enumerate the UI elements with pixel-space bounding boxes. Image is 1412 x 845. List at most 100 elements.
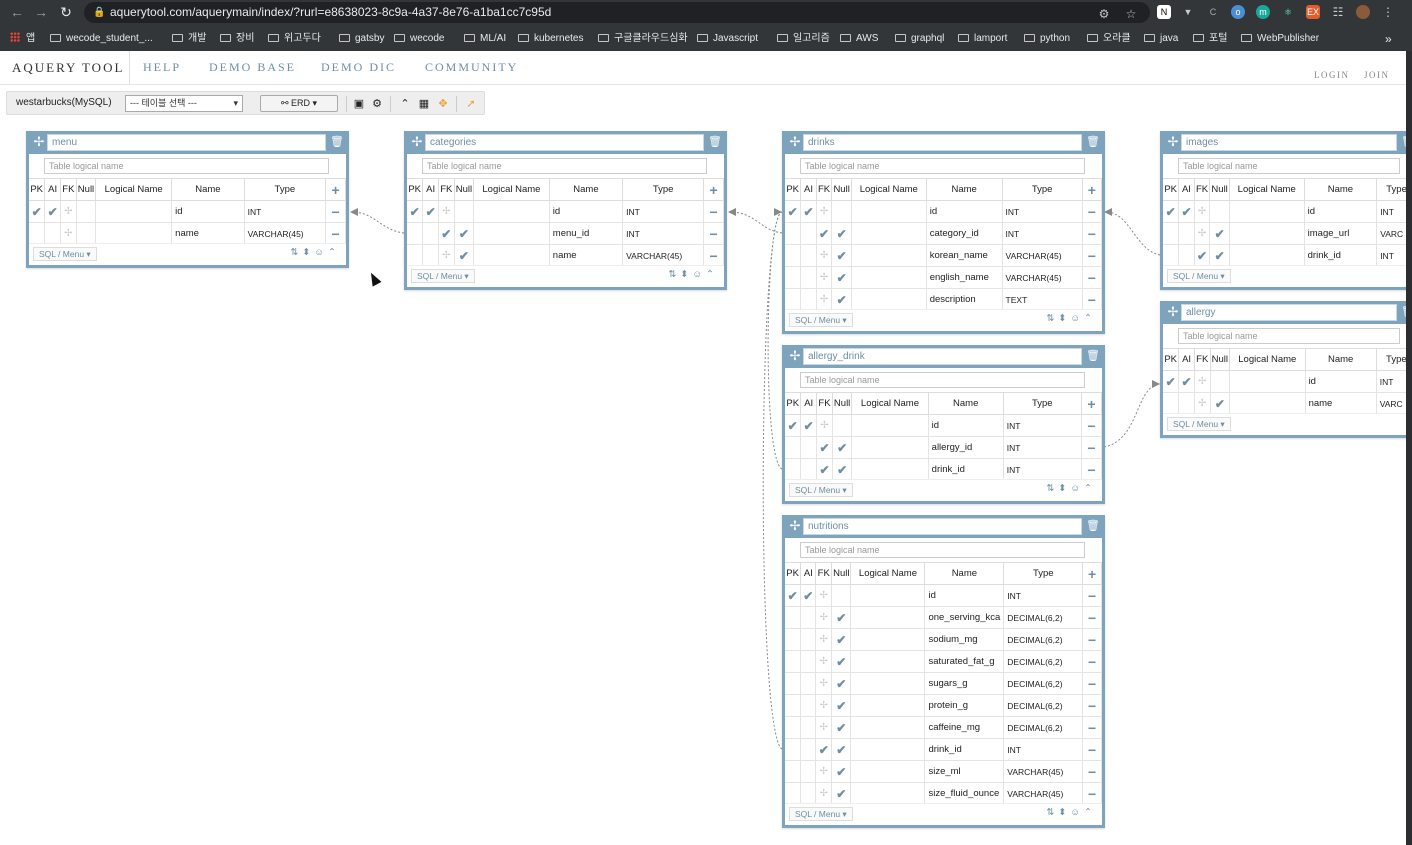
pk-toggle[interactable]: ✔ (1163, 200, 1180, 223)
sql-menu-button[interactable]: SQL / Menu ▾ (33, 247, 97, 261)
column-name-cell[interactable]: drink_id (1304, 244, 1378, 267)
column-type-cell[interactable]: DECIMAL(6,2) (1003, 650, 1084, 673)
add-column-button[interactable]: + (1081, 392, 1103, 415)
fk-toggle[interactable]: ✢ (816, 200, 833, 223)
remove-column-button[interactable]: − (1081, 414, 1103, 437)
back-icon[interactable]: ← (7, 3, 27, 21)
puzzle-icon[interactable]: ☷ (1331, 5, 1345, 19)
table-name-input[interactable]: nutritions (803, 518, 1082, 535)
fk-toggle[interactable]: ✢ (815, 782, 833, 805)
logical-name-cell[interactable] (851, 288, 927, 311)
fk-toggle[interactable]: ✢ (1194, 392, 1211, 415)
column-name-cell[interactable]: size_ml (924, 760, 1005, 783)
comment-icon[interactable]: ☺ (1070, 313, 1084, 324)
column-type-cell[interactable]: INT (1003, 584, 1084, 607)
logical-name-cell[interactable] (1229, 370, 1306, 393)
bookmark-item[interactable]: lamport (958, 28, 1007, 50)
column-type-cell[interactable]: INT (622, 200, 705, 223)
column-type-cell[interactable]: DECIMAL(6,2) (1003, 606, 1084, 629)
column-name-cell[interactable]: english_name (926, 266, 1003, 289)
logical-name-cell[interactable] (1229, 200, 1305, 223)
logical-name-cell[interactable] (95, 222, 173, 245)
pin-icon[interactable]: ➚ (464, 96, 478, 112)
bookmark-item[interactable]: 오라클 (1087, 28, 1131, 50)
remove-column-button[interactable]: − (1082, 760, 1102, 783)
null-toggle[interactable]: ✔ (831, 694, 852, 717)
ai-toggle[interactable] (800, 288, 817, 311)
move-handle-icon[interactable]: ✢ (788, 348, 802, 364)
pk-toggle[interactable] (785, 650, 802, 673)
nav-community[interactable]: COMMUNITY (425, 60, 518, 75)
remove-column-button[interactable]: − (1082, 628, 1102, 651)
ai-toggle[interactable] (800, 628, 817, 651)
fk-toggle[interactable]: ✔ (816, 222, 833, 245)
remove-column-button[interactable]: − (703, 244, 724, 267)
logical-name-cell[interactable] (850, 694, 926, 717)
remove-column-button[interactable]: − (1082, 672, 1102, 695)
ex-extension-icon[interactable]: EX (1306, 5, 1320, 19)
logical-name-cell[interactable] (850, 672, 926, 695)
address-bar[interactable]: 🔒 aquerytool.com/aquerymain/index/?rurl=… (84, 2, 1150, 23)
null-toggle[interactable]: ✔ (831, 628, 852, 651)
column-name-cell[interactable]: drink_id (928, 458, 1004, 481)
pk-toggle[interactable] (1163, 392, 1180, 415)
fk-toggle[interactable]: ✔ (438, 222, 455, 245)
column-name-cell[interactable]: category_id (926, 222, 1003, 245)
vue-extension-icon[interactable]: ▼ (1181, 5, 1195, 19)
column-type-cell[interactable]: INT (1003, 458, 1082, 481)
ai-toggle[interactable] (1178, 244, 1195, 267)
fk-toggle[interactable]: ✢ (815, 672, 833, 695)
collapse-icon[interactable]: ⌃ (1084, 483, 1096, 494)
pk-toggle[interactable] (785, 606, 802, 629)
ai-toggle[interactable] (800, 650, 817, 673)
sql-menu-button[interactable]: SQL / Menu ▾ (1167, 269, 1231, 283)
null-toggle[interactable]: ✔ (832, 436, 853, 459)
table-logical-name-input[interactable]: Table logical name (800, 372, 1085, 388)
pk-toggle[interactable] (1163, 222, 1180, 245)
fk-toggle[interactable]: ✔ (816, 436, 833, 459)
fk-toggle[interactable]: ✢ (815, 716, 833, 739)
table-name-input[interactable]: allergy_drink (803, 348, 1082, 365)
remove-column-button[interactable]: − (1082, 244, 1103, 267)
ai-toggle[interactable]: ✔ (422, 200, 439, 223)
bookmark-item[interactable]: wecode_student_... (50, 28, 153, 50)
table-logical-name-input[interactable]: Table logical name (800, 542, 1085, 558)
fk-toggle[interactable]: ✢ (815, 606, 833, 629)
notion-extension-icon[interactable]: N (1157, 5, 1171, 19)
fk-toggle[interactable]: ✢ (1194, 200, 1211, 223)
pk-toggle[interactable] (785, 244, 802, 267)
pk-toggle[interactable]: ✔ (785, 414, 802, 437)
sort-icon[interactable]: ⇅ (1046, 483, 1058, 494)
null-toggle[interactable]: ✔ (831, 782, 852, 805)
comment-icon[interactable]: ☺ (1070, 807, 1084, 818)
logical-name-cell[interactable] (95, 200, 173, 223)
table-logical-name-input[interactable]: Table logical name (44, 158, 329, 174)
ai-toggle[interactable] (800, 222, 817, 245)
react-extension-icon[interactable]: ⚛ (1281, 5, 1295, 19)
bookmark-item[interactable]: graphql (895, 28, 944, 50)
null-toggle[interactable]: ✔ (831, 606, 852, 629)
logical-name-cell[interactable] (1229, 244, 1305, 267)
ai-toggle[interactable]: ✔ (800, 414, 818, 437)
logical-name-cell[interactable] (473, 200, 550, 223)
pk-toggle[interactable] (785, 222, 802, 245)
grid-icon[interactable]: ▦ (417, 96, 431, 112)
column-name-cell[interactable]: id (549, 200, 624, 223)
remove-column-button[interactable]: − (1082, 266, 1103, 289)
logical-name-cell[interactable] (851, 222, 927, 245)
bookmark-item[interactable]: 구글클라우드심화 (598, 28, 688, 50)
remove-column-button[interactable]: − (1082, 606, 1102, 629)
fk-toggle[interactable]: ✢ (60, 222, 77, 245)
column-type-cell[interactable]: DECIMAL(6,2) (1003, 672, 1084, 695)
logical-name-cell[interactable] (851, 436, 929, 459)
column-type-cell[interactable]: INT (244, 200, 327, 223)
remove-column-button[interactable]: − (1081, 458, 1103, 481)
reorder-icon[interactable]: ⬍ (1058, 483, 1070, 494)
null-toggle[interactable]: ✔ (454, 222, 475, 245)
move-handle-icon[interactable]: ✢ (788, 134, 802, 150)
logical-name-cell[interactable] (850, 738, 926, 761)
ai-toggle[interactable] (800, 458, 818, 481)
logical-name-cell[interactable] (850, 760, 926, 783)
column-name-cell[interactable]: saturated_fat_g (924, 650, 1005, 673)
column-name-cell[interactable]: id (928, 414, 1004, 437)
